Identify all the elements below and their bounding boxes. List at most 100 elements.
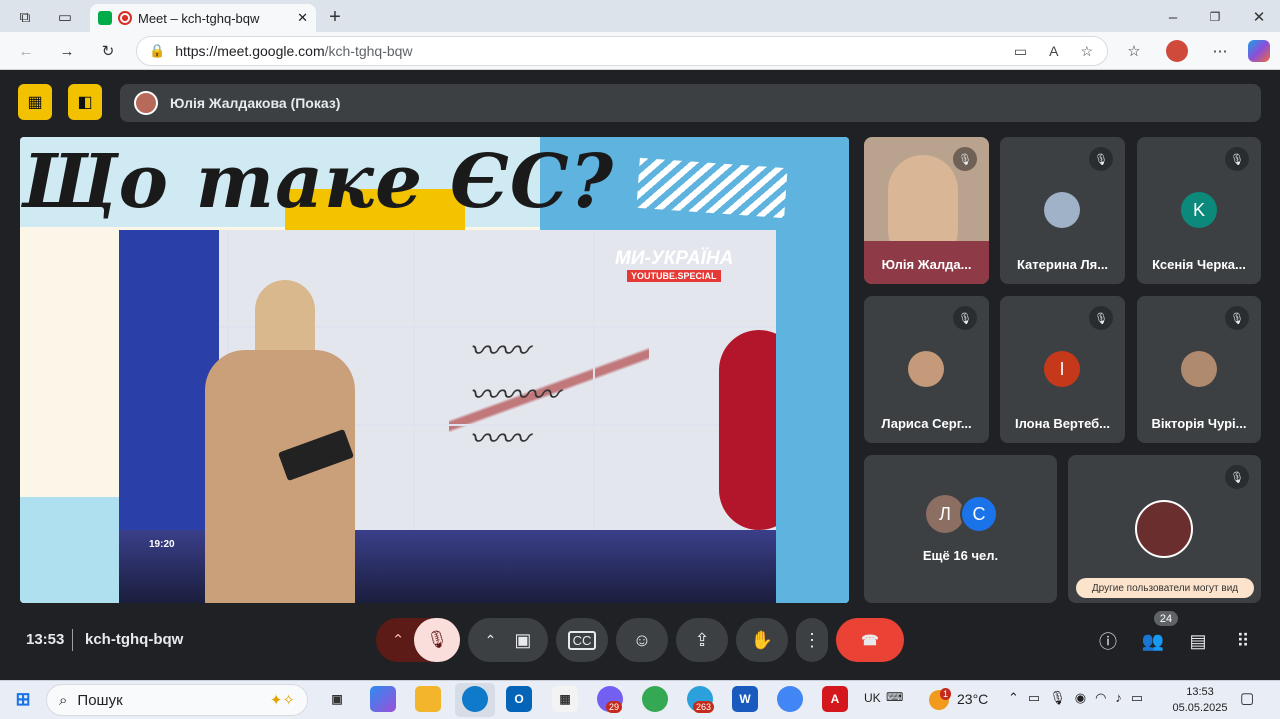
minimize-icon[interactable]: – [1162, 6, 1184, 28]
slide-bottom-block [20, 497, 130, 603]
mic-off-icon: 🎙 [1089, 306, 1113, 330]
system-clock[interactable]: 13:53 05.05.2025 [1172, 684, 1228, 716]
new-tab-icon[interactable]: + [324, 6, 346, 28]
others-avatar-2: С [960, 495, 998, 533]
battery-icon[interactable]: ▭ [1131, 690, 1143, 706]
channel-brand: МИ-УКРАЇНА [615, 248, 734, 269]
signatures: 〰〰 〰〰〰 〰〰 [469, 334, 559, 457]
anchor-body [205, 350, 355, 603]
others-avatar-1: Л [926, 495, 964, 533]
temperature[interactable]: 23°C [957, 691, 988, 707]
chrome-icon[interactable] [642, 686, 668, 712]
chat-icon[interactable]: ▤ [1185, 628, 1211, 654]
taskbar-search[interactable]: ⌕ Пошук ✦✧ [46, 684, 308, 716]
copilot-app-icon[interactable] [370, 686, 396, 712]
reactions-button[interactable]: ☺ [616, 618, 668, 662]
microphone-icon[interactable]: 🎙 [1049, 690, 1066, 706]
keyboard-icon[interactable]: ⌨ [886, 690, 903, 704]
read-aloud-icon[interactable]: A [1049, 43, 1058, 60]
news-video: 〰〰 〰〰〰 〰〰 19:20 МИ-УКРАЇНА YOUTUBE.SPECIAL [119, 230, 776, 603]
back-icon[interactable]: ← [14, 40, 38, 62]
mic-off-icon: 🎙 [1225, 465, 1249, 489]
site-info-icon[interactable]: 🔒 [149, 43, 165, 59]
participant-name: Катерина Ля... [1016, 257, 1109, 272]
system-tray: ⌃ ▭ 🎙 ◉ ◠ ♪ ▭ [1008, 690, 1143, 706]
divider [72, 629, 73, 651]
close-window-icon[interactable]: ✕ [1248, 6, 1270, 28]
outlook-icon[interactable]: O [506, 686, 532, 712]
file-explorer-icon[interactable] [415, 686, 441, 712]
activities-icon[interactable]: ⠿ [1230, 628, 1256, 654]
camera-tray-icon[interactable]: ◉ [1075, 690, 1086, 706]
restore-icon[interactable]: ❐ [1204, 6, 1226, 28]
volume-icon[interactable]: ♪ [1115, 690, 1122, 706]
video-clock: 19:20 [149, 538, 175, 550]
meet-tray-icon[interactable]: ▭ [1028, 690, 1040, 706]
meeting-info-icon[interactable]: ⓘ [1095, 628, 1121, 654]
more-menu-icon[interactable]: ⋯ [1208, 40, 1232, 62]
participant-tile-viktoriia[interactable]: 🎙 Вікторія Чурі... [1137, 296, 1261, 443]
edge-icon[interactable] [462, 686, 488, 712]
notifications-icon[interactable]: ▢ [1240, 689, 1254, 707]
raise-hand-button[interactable]: ✋ [736, 618, 788, 662]
google-meet-icon [98, 11, 112, 25]
hide-presentation-icon[interactable]: ▦ [18, 84, 52, 120]
address-bar[interactable]: 🔒 https://meet.google.com/kch-tghq-bqw ▭… [136, 36, 1108, 66]
participant-avatar [908, 351, 944, 387]
leave-call-button[interactable]: ☎ [836, 618, 904, 662]
workspaces-icon[interactable]: ⧉ [14, 6, 36, 28]
chevron-up-icon[interactable]: ⌃ [1008, 690, 1019, 706]
more-options-button[interactable]: ⋮ [796, 618, 828, 662]
language-indicator[interactable]: UK [864, 691, 881, 705]
mic-off-icon: 🎙 [953, 147, 977, 171]
reload-icon[interactable]: ↻ [96, 40, 120, 62]
close-tab-icon[interactable]: ✕ [297, 10, 308, 26]
camera-control[interactable]: ⌃ ▣ [468, 618, 548, 662]
favorite-star-icon[interactable]: ☆ [1080, 43, 1093, 60]
self-tile[interactable]: 🎙 Другие пользователи могут вид [1068, 455, 1261, 603]
url-path: /kch-tghq-bqw [324, 43, 413, 59]
search-icon: ⌕ [59, 691, 68, 709]
participant-tile-yulia[interactable]: 🎙 Юлія Жалда... [864, 137, 989, 284]
tab-actions-icon[interactable]: ▭ [54, 6, 76, 28]
meeting-time: 13:53 [26, 631, 65, 648]
camera-options-chevron-icon[interactable]: ⌃ [485, 632, 497, 649]
participant-tile-kseniia[interactable]: 🎙 K Ксенія Черка... [1137, 137, 1261, 284]
participant-tile-ilona[interactable]: 🎙 I Ілона Вертеб... [1000, 296, 1125, 443]
word-icon[interactable]: W [732, 686, 758, 712]
channel-sub: YOUTUBE.SPECIAL [627, 270, 721, 282]
store-icon[interactable]: ▦ [552, 686, 578, 712]
camera-in-use-icon[interactable]: ▭ [1014, 43, 1027, 60]
participant-avatar [1181, 351, 1217, 387]
red-seal [719, 330, 776, 530]
captions-icon: CC [567, 630, 597, 650]
participant-tile-kateryna[interactable]: 🎙 Катерина Ля... [1000, 137, 1125, 284]
layout-icon[interactable]: ◧ [68, 84, 102, 120]
participant-avatar: I [1044, 351, 1080, 387]
hang-up-icon: ☎ [861, 631, 879, 648]
present-button[interactable]: ⇪ [676, 618, 728, 662]
captions-button[interactable]: CC [556, 618, 608, 662]
people-icon[interactable]: 👥 [1140, 628, 1166, 654]
tab-meet[interactable]: Meet – kch-tghq-bqw ✕ [90, 4, 316, 32]
chrome-profile-icon[interactable] [777, 686, 803, 712]
profile-avatar[interactable] [1166, 40, 1188, 62]
task-view-icon[interactable]: ▣ [324, 686, 350, 712]
hand-icon: ✋ [750, 629, 774, 650]
telegram-badge: 263 [693, 701, 715, 713]
mic-toggle-button[interactable]: 🎙 [414, 618, 460, 662]
start-icon[interactable]: ⊞ [10, 686, 36, 712]
wifi-icon[interactable]: ◠ [1095, 690, 1106, 706]
participant-tile-larysa[interactable]: 🎙 Лариса Серг... [864, 296, 989, 443]
mic-options-chevron-icon[interactable]: ⌃ [386, 628, 410, 652]
news-anchor [185, 260, 375, 603]
copilot-icon[interactable] [1248, 40, 1270, 62]
favorites-icon[interactable]: ☆ [1122, 40, 1146, 62]
recording-icon [118, 11, 132, 25]
tab-title: Meet – kch-tghq-bqw [138, 10, 260, 26]
forward-icon[interactable]: → [55, 40, 79, 62]
acrobat-icon[interactable]: A [822, 686, 848, 712]
others-tile[interactable]: Л С Ещё 16 чел. [864, 455, 1057, 603]
slide-title: Що таке ЄС? [22, 139, 615, 225]
clock-date: 05.05.2025 [1172, 702, 1228, 714]
